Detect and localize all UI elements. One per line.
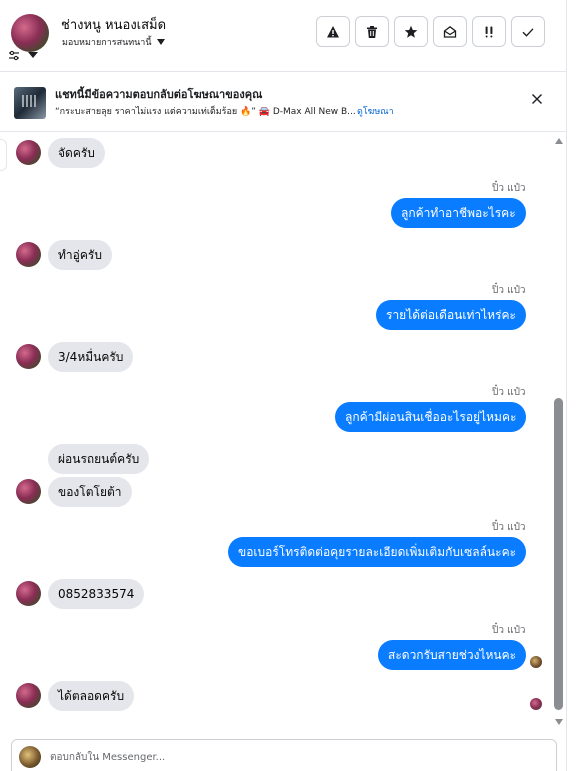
page-avatar	[19, 746, 41, 768]
mark-done-button[interactable]	[511, 16, 545, 47]
warning-icon	[327, 25, 339, 37]
incoming-message: ทำอู่ครับ	[48, 240, 112, 270]
sender-name: ปิ๋ว แป๋ว	[492, 625, 526, 636]
contact-avatar-small	[16, 479, 41, 504]
contact-avatar-small	[16, 344, 41, 369]
read-receipt-avatar	[530, 656, 542, 668]
outgoing-message: ลูกค้ามีผ่อนสินเชื่ออะไรอยู่ไหมคะ	[335, 402, 527, 432]
contact-name[interactable]: ช่างหนู หนองเสม็ด	[61, 14, 166, 35]
scrollbar-thumb[interactable]	[554, 398, 563, 710]
envelope-open-icon	[443, 25, 457, 38]
check-icon	[522, 27, 534, 37]
assign-label: มอบหมายการสนทนานี้	[62, 38, 152, 48]
contact-avatar-small	[16, 581, 41, 606]
reply-input[interactable]	[50, 748, 530, 766]
mark-unread-button[interactable]	[433, 16, 467, 47]
sender-name: ปิ๋ว แป๋ว	[492, 387, 526, 398]
outgoing-message: ขอเบอร์โทรติดต่อคุยรายละเอียดเพิ่มเติมกั…	[228, 537, 527, 567]
delete-button[interactable]	[355, 16, 389, 47]
conversation-actions	[316, 16, 545, 47]
incoming-message: ของโตโยต้า	[48, 477, 132, 507]
caret-down-icon	[156, 39, 165, 45]
star-icon	[404, 25, 418, 38]
outgoing-message: รายได้ต่อเดือนเท่าไหร่คะ	[376, 300, 526, 330]
reply-composer	[11, 739, 557, 771]
ad-banner-title: แชทนี้มีข้อความตอบกลับต่อโฆษณาของคุณ	[55, 88, 263, 101]
outgoing-message: ลูกค้าทำอาชีพอะไรคะ	[391, 198, 526, 228]
conversation-header: ช่างหนู หนองเสม็ด มอบหมายการสนทนานี้	[0, 0, 566, 72]
incoming-message: ได้ตลอดครับ	[48, 681, 135, 711]
trash-icon	[367, 25, 377, 38]
contact-avatar-small	[16, 242, 41, 267]
incoming-message: ผ่อนรถยนต์ครับ	[48, 444, 150, 474]
sender-name: ปิ๋ว แป๋ว	[492, 285, 526, 296]
sender-name: ปิ๋ว แป๋ว	[492, 522, 526, 533]
close-icon[interactable]	[530, 92, 544, 106]
filter-icon[interactable]	[8, 50, 20, 62]
scroll-down-arrow-icon[interactable]	[555, 719, 563, 725]
panel-divider	[566, 0, 567, 771]
sender-name: ปิ๋ว แป๋ว	[492, 183, 526, 194]
side-panel-toggle[interactable]	[0, 139, 7, 171]
follow-up-button[interactable]	[472, 16, 506, 47]
incoming-message: 3/4หมื่นครับ	[48, 342, 134, 372]
contact-avatar-small	[16, 683, 41, 708]
ad-banner-subtitle: “กระบะสายลุย ราคาไม่แรง แต่ความเท่เต็มร้…	[55, 107, 356, 117]
ad-reply-banner: แชทนี้มีข้อความตอบกลับต่อโฆษณาของคุณ “กร…	[0, 73, 566, 132]
contact-avatar[interactable]	[11, 14, 49, 52]
outgoing-message: สะดวกรับสายช่วงไหนคะ	[378, 640, 527, 670]
double-exclamation-icon	[485, 26, 493, 37]
star-button[interactable]	[394, 16, 428, 47]
incoming-message: จัดครับ	[48, 138, 105, 168]
assign-conversation-dropdown[interactable]: มอบหมายการสนทนานี้	[62, 35, 165, 49]
chevron-down-icon[interactable]	[28, 52, 38, 58]
scroll-up-arrow-icon[interactable]	[555, 138, 563, 144]
incoming-message: 0852833574	[48, 579, 145, 609]
contact-avatar-small	[16, 140, 41, 165]
report-spam-button[interactable]	[316, 16, 350, 47]
view-ad-link[interactable]: ดูโฆษณา	[357, 104, 394, 118]
seen-avatar	[530, 698, 542, 710]
ad-thumbnail[interactable]	[14, 87, 46, 119]
